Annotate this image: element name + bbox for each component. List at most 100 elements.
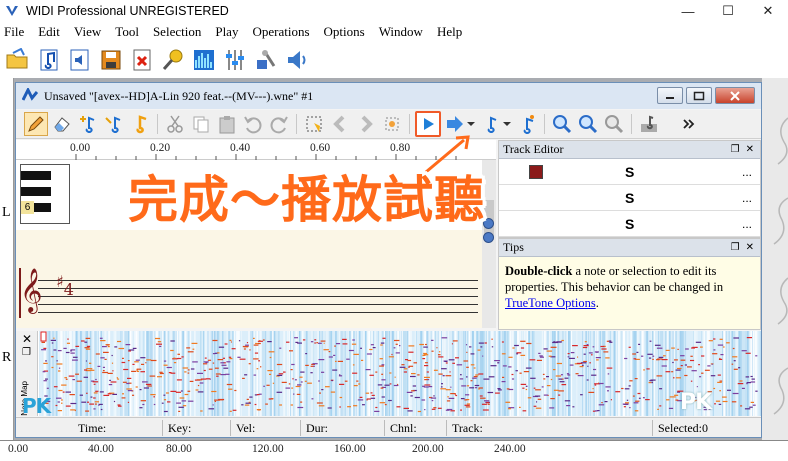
spectrum-button[interactable]: [190, 47, 217, 74]
record-button[interactable]: [159, 47, 186, 74]
app-root: WIDI Professional UNREGISTERED — ☐ ✕ Fil…: [0, 0, 788, 461]
toolbar-separator: [296, 114, 297, 134]
copy-button[interactable]: [189, 112, 213, 136]
title-bar: WIDI Professional UNREGISTERED — ☐ ✕: [0, 0, 788, 22]
cut-button[interactable]: [163, 112, 187, 136]
menu-file[interactable]: File: [0, 24, 31, 40]
export-button[interactable]: [637, 112, 661, 136]
crosshair-icon: [385, 117, 399, 131]
note-color-button[interactable]: [128, 112, 152, 136]
annotation-caption: 完成～播放試聽: [128, 171, 485, 229]
child-minimize-button[interactable]: [657, 87, 683, 104]
status-dur: Dur:: [306, 421, 328, 435]
close-icon[interactable]: ✕: [22, 332, 32, 346]
ruler-tick: 240.00: [494, 443, 526, 455]
mixer-button[interactable]: [221, 47, 248, 74]
track-row[interactable]: S ...: [499, 159, 760, 185]
file-delete-icon: [133, 49, 150, 71]
close-file-button[interactable]: [128, 47, 155, 74]
track-solo-toggle[interactable]: S: [625, 216, 634, 232]
toolbar-separator: [409, 114, 410, 134]
zoom-reset-button[interactable]: [602, 112, 626, 136]
chevron-double-right-icon: [683, 119, 695, 129]
menu-options[interactable]: Options: [317, 24, 372, 40]
select-button[interactable]: [302, 112, 326, 136]
add-note-button[interactable]: [76, 112, 100, 136]
paste-button[interactable]: [215, 112, 239, 136]
instrument-button[interactable]: [515, 112, 539, 136]
scroll-down-button[interactable]: [483, 232, 494, 243]
pencil-tool-button[interactable]: [24, 112, 48, 136]
menu-operations[interactable]: Operations: [245, 24, 316, 40]
pencil-icon: [28, 116, 44, 132]
open-folder-button[interactable]: [4, 47, 31, 74]
ruler-tick-label: 0.80: [390, 142, 411, 154]
toolbar-overflow-button[interactable]: [677, 112, 701, 136]
maximize-button[interactable]: ☐: [708, 0, 748, 22]
watermark-logo-right: PK: [680, 390, 712, 415]
zoom-in-button[interactable]: [550, 112, 574, 136]
redo-icon: [270, 116, 288, 134]
truetone-options-link[interactable]: TrueTone Options: [505, 296, 596, 310]
close-button[interactable]: ✕: [748, 0, 788, 22]
track-solo-toggle[interactable]: S: [625, 190, 634, 206]
floppy-icon: [101, 50, 120, 70]
save-button[interactable]: [97, 47, 124, 74]
close-icon[interactable]: ✕: [746, 144, 754, 155]
open-audio-button[interactable]: [66, 47, 93, 74]
piano-keyboard[interactable]: [20, 164, 70, 224]
instrument-icon: [523, 115, 534, 134]
new-song-button[interactable]: [35, 47, 62, 74]
close-icon[interactable]: ✕: [746, 242, 754, 253]
undo-button[interactable]: [241, 112, 265, 136]
child-maximize-button[interactable]: [686, 87, 712, 104]
status-chnl: Chnl:: [390, 421, 417, 435]
menu-help[interactable]: Help: [430, 24, 469, 40]
status-track: Track:: [452, 421, 483, 435]
eraser-tool-button[interactable]: [50, 112, 74, 136]
bracket-left-icon: [333, 115, 345, 133]
track-more-button[interactable]: ...: [742, 165, 752, 179]
score-toolbar: [16, 110, 761, 139]
restore-icon[interactable]: ❐: [22, 347, 31, 358]
note-property-button[interactable]: [102, 112, 126, 136]
menu-tool[interactable]: Tool: [108, 24, 146, 40]
restore-icon[interactable]: ❐: [731, 242, 740, 253]
track-row[interactable]: S ...: [499, 185, 760, 211]
menu-play[interactable]: Play: [208, 24, 245, 40]
restore-icon[interactable]: ❐: [731, 144, 740, 155]
channel-right-label: R: [2, 350, 12, 365]
move-left-button[interactable]: [328, 112, 352, 136]
track-row[interactable]: S ...: [499, 211, 760, 237]
volume-button[interactable]: [283, 47, 310, 74]
track-more-button[interactable]: ...: [742, 217, 752, 231]
move-right-button[interactable]: [354, 112, 378, 136]
child-close-button[interactable]: [715, 87, 755, 104]
selection-rect-icon: [306, 116, 322, 132]
track-note-button[interactable]: [479, 112, 513, 136]
note-dropdown-icon: [487, 116, 511, 133]
zoom-out-button[interactable]: [576, 112, 600, 136]
key-signature-icon: ♯4: [56, 272, 74, 299]
status-key: Key:: [168, 421, 192, 435]
redo-button[interactable]: [267, 112, 291, 136]
menu-window[interactable]: Window: [372, 24, 430, 40]
note-map-panel[interactable]: ✕ ❐ Note Map: [16, 331, 761, 416]
marker-button[interactable]: [380, 112, 404, 136]
decorative-background: [762, 78, 788, 440]
track-solo-toggle[interactable]: S: [625, 164, 634, 180]
bottom-time-ruler: 0.00 40.00 80.00 120.00 160.00 200.00 24…: [0, 440, 788, 461]
minimize-button[interactable]: —: [668, 0, 708, 22]
tips-header: Tips ❐ ✕: [499, 239, 760, 257]
play-step-icon: [447, 116, 475, 132]
ruler-tick-label: 0.20: [150, 142, 171, 154]
menu-selection[interactable]: Selection: [146, 24, 208, 40]
settings-button[interactable]: [252, 47, 279, 74]
menu-view[interactable]: View: [67, 24, 108, 40]
track-more-button[interactable]: ...: [742, 191, 752, 205]
folder-open-icon: [6, 48, 27, 69]
menu-edit[interactable]: Edit: [31, 24, 67, 40]
note-map-canvas[interactable]: [39, 331, 761, 416]
play-icon: [424, 118, 434, 130]
track-color-swatch[interactable]: [529, 164, 543, 179]
